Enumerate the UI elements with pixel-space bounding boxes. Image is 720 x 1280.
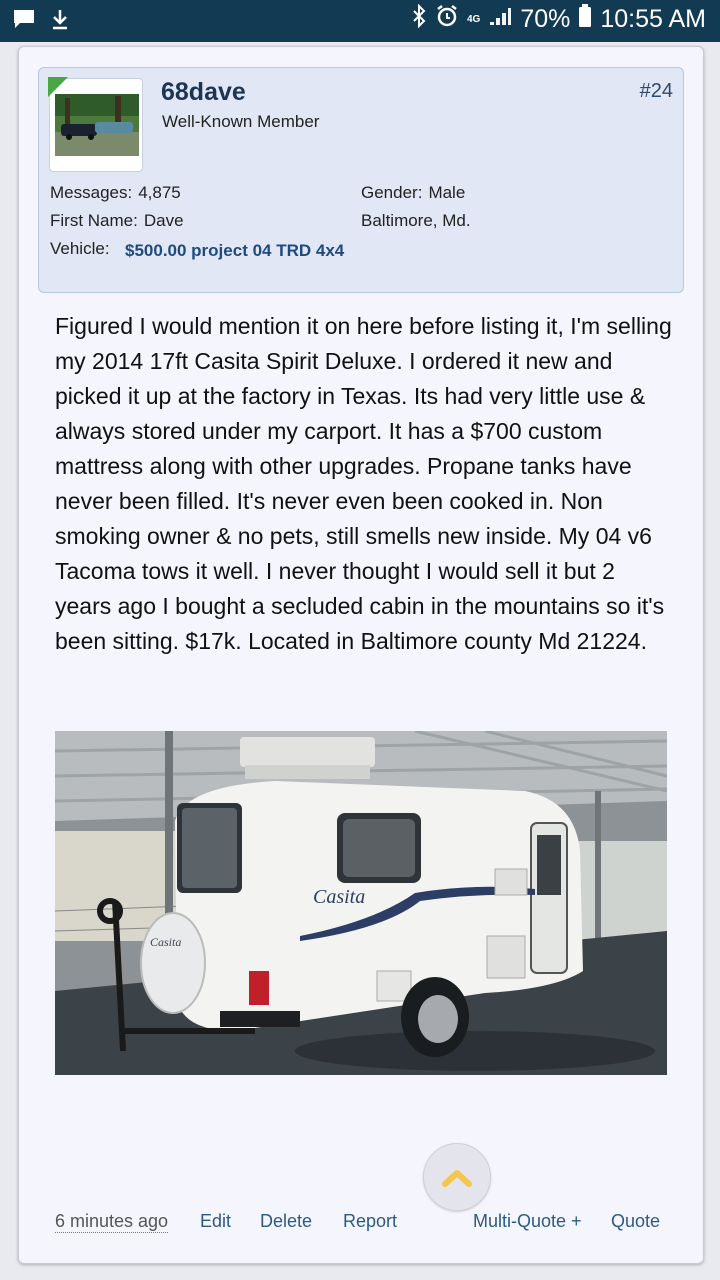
messages-row: Messages: 4,875: [50, 183, 181, 203]
delete-link[interactable]: Delete: [260, 1211, 312, 1232]
post-footer: 6 minutes ago Edit Delete Report Multi-Q…: [55, 1211, 675, 1241]
first-name-row: First Name: Dave: [50, 211, 184, 231]
post-time-link[interactable]: 6 minutes ago: [55, 1211, 169, 1233]
trailer-photo[interactable]: Casita Casita: [55, 731, 667, 1075]
gender-row: Gender: Male: [361, 183, 465, 203]
user-title: Well-Known Member: [162, 112, 320, 131]
spare-cover-text: Casita: [150, 935, 181, 949]
username-link[interactable]: 68dave: [161, 78, 246, 107]
post-number-link[interactable]: #24: [640, 80, 673, 103]
alarm-icon: [435, 4, 459, 35]
trailer-brand-text: Casita: [313, 886, 365, 908]
network-type-icon: 4G: [466, 13, 481, 25]
avatar-image: [55, 94, 139, 156]
edit-link[interactable]: Edit: [200, 1211, 231, 1232]
gender-value: Male: [428, 183, 466, 202]
first-name-label: First Name:: [50, 211, 138, 230]
post-card: 68dave Well-Known Member #24 Messages: 4,…: [18, 46, 704, 1264]
multi-quote-link[interactable]: Multi-Quote +: [473, 1211, 582, 1232]
avatar[interactable]: [48, 77, 143, 172]
location: Baltimore, Md.: [361, 211, 471, 230]
messages-value: 4,875: [138, 183, 181, 202]
bluetooth-icon: [411, 3, 427, 35]
messages-label: Messages:: [50, 183, 133, 202]
battery-percent: 70%: [520, 5, 571, 33]
post-body: Figured I would mention it on here befor…: [55, 313, 672, 654]
gender-label: Gender:: [361, 183, 423, 202]
user-info-box: 68dave Well-Known Member #24 Messages: 4,…: [38, 67, 684, 293]
vehicle-value: $500.00 project 04 TRD 4x4: [125, 241, 345, 260]
scroll-to-top-button[interactable]: [423, 1143, 491, 1211]
download-icon: [50, 8, 70, 35]
clock: 10:55 AM: [600, 5, 706, 33]
first-name-value: Dave: [143, 211, 184, 230]
quote-link[interactable]: Quote: [611, 1211, 660, 1232]
chat-notification-icon: [12, 8, 36, 35]
chevron-up-icon: [442, 1170, 472, 1187]
signal-icon: [488, 5, 512, 34]
vehicle-label: Vehicle:: [50, 239, 110, 258]
report-link[interactable]: Report: [343, 1211, 397, 1232]
battery-icon: [578, 4, 592, 35]
status-bar: 4G 70% 10:55 AM: [0, 0, 720, 42]
